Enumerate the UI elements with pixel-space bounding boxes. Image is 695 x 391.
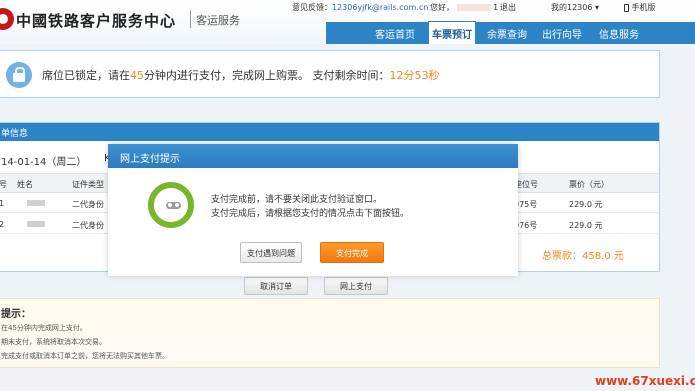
feedback-link-group: 意见反馈：12306yjfk@rails.com.cn xyxy=(292,2,428,14)
nav-item-booking-label: 车票预订 xyxy=(432,30,472,41)
col-name: 姓名 xyxy=(17,180,33,189)
row-id-type: 二代身份 xyxy=(72,200,104,209)
payment-prompt-dialog: 网上支付提示 支付完成前，请不要关闭此支付验证窗口。 支付完成后，请根据您支付的… xyxy=(108,144,518,276)
lock-msg-pre: 席位已锁定，请在 xyxy=(42,69,130,82)
feedback-email-link[interactable]: 12306yjfk@rails.com.cn xyxy=(332,3,428,12)
feedback-label: 意见反馈： xyxy=(292,3,332,12)
logout-link[interactable]: 退出 xyxy=(500,2,516,14)
name-redacted xyxy=(27,200,45,206)
nav-item-ticket-query[interactable]: 余票查询 xyxy=(487,26,527,41)
row-no: 1 xyxy=(0,199,5,208)
tips-title: 提示： xyxy=(1,309,31,320)
username-suffix: 1 xyxy=(493,3,499,12)
my12306-label: 我的12306 xyxy=(551,3,593,12)
username-redacted xyxy=(456,4,491,11)
lock-msg-mid: 分钟内进行支付，完成网上购票。 支付剩余时间： xyxy=(144,69,390,82)
tip-line: 在45分钟内完成网上支付。 xyxy=(1,324,87,332)
seat-locked-message: 席位已锁定，请在45分钟内进行支付，完成网上购票。 支付剩余时间：12分53秒 xyxy=(42,67,440,83)
row-price: 229.0 元 xyxy=(569,221,603,230)
row-price: 229.0 元 xyxy=(569,200,603,209)
nav-item-booking[interactable]: 车票预订 xyxy=(428,21,476,44)
railway-logo-icon xyxy=(0,8,14,30)
dialog-title: 网上支付提示 xyxy=(108,144,518,168)
logo-divider xyxy=(190,10,191,28)
ellipsis-icon xyxy=(166,202,181,209)
row-id-type: 二代身份 xyxy=(72,221,104,230)
site-subtitle: 客运服务 xyxy=(196,14,240,27)
name-redacted xyxy=(27,221,45,227)
col-id-type: 证件类型 xyxy=(72,180,104,189)
chevron-down-icon: ▾ xyxy=(595,3,600,12)
payment-waiting-icon xyxy=(148,182,194,228)
main-nav: 客运首页 余票查询 出行向导 信息服务 xyxy=(326,22,695,44)
row-no: 2 xyxy=(0,220,5,229)
dialog-message-line1: 支付完成前，请不要关闭此支付验证窗口。 xyxy=(211,195,383,205)
greeting-group: 您好， 1 xyxy=(430,2,498,14)
mobile-label: 手机版 xyxy=(631,3,656,12)
total-amount: 总票款：458.0 元 xyxy=(542,251,624,262)
lock-icon xyxy=(6,62,32,88)
order-panel-header: 单信息 xyxy=(0,123,659,141)
nav-item-home[interactable]: 客运首页 xyxy=(375,26,415,41)
phone-icon xyxy=(624,3,629,12)
site-title: 中國铁路客户服务中心 xyxy=(16,12,177,30)
greeting-label: 您好， xyxy=(430,3,454,12)
col-no: 号 xyxy=(0,180,7,189)
my12306-menu[interactable]: 我的12306 ▾ xyxy=(551,2,599,14)
site-watermark: www.67xuexi.com xyxy=(595,374,695,388)
order-date: 14-01-14（周二） xyxy=(1,157,87,168)
nav-item-info-service[interactable]: 信息服务 xyxy=(599,26,639,41)
mobile-link[interactable]: 手机版 xyxy=(624,2,656,14)
payment-complete-button[interactable]: 支付完成 xyxy=(320,242,384,263)
online-pay-button[interactable]: 网上支付 xyxy=(324,277,388,295)
nav-item-travel-guide[interactable]: 出行向导 xyxy=(542,26,582,41)
seat-locked-notice: 席位已锁定，请在45分钟内进行支付，完成网上购票。 支付剩余时间：12分53秒 xyxy=(0,50,660,98)
lock-minutes: 45 xyxy=(130,69,144,82)
tip-line: 期未支付，系统将取消本次交易。 xyxy=(1,338,106,346)
cancel-order-button[interactable]: 取消订单 xyxy=(244,277,308,295)
tip-line: 完成支付或取消本订单之前，您将无法购买其他车票。 xyxy=(1,352,169,360)
dialog-message-line2: 支付完成后，请根据您支付的情况点击下面按钮。 xyxy=(211,209,410,219)
tips-panel: 提示： 在45分钟内完成网上支付。 期未支付，系统将取消本次交易。 完成支付或取… xyxy=(0,298,660,368)
payment-problem-button[interactable]: 支付遇到问题 xyxy=(240,242,302,263)
col-price: 票价（元） xyxy=(569,180,609,189)
remaining-time: 12分53秒 xyxy=(389,69,440,82)
